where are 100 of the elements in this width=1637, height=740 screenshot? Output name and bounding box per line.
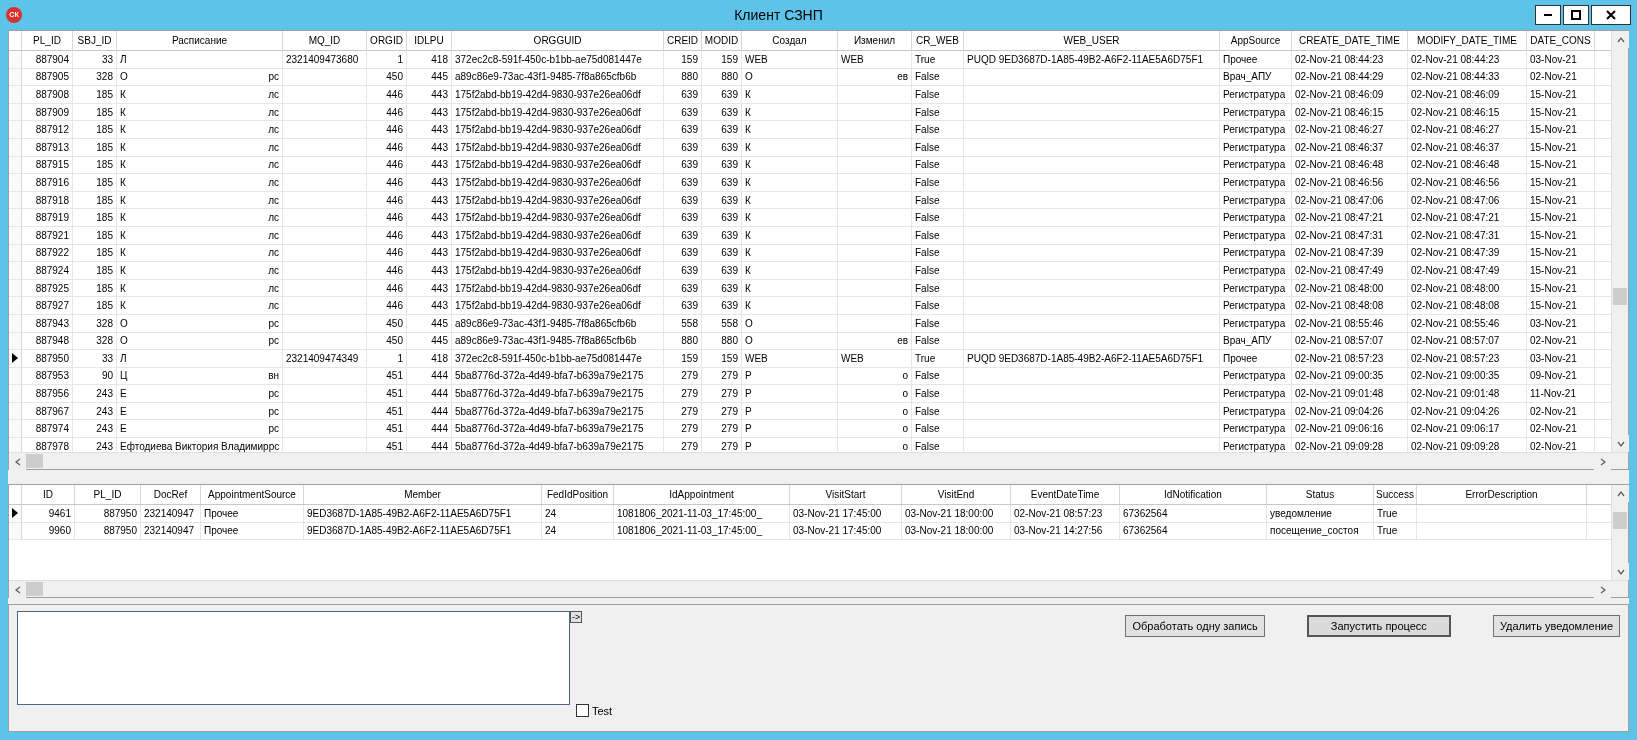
column-header[interactable]: Status <box>1267 485 1374 504</box>
table-cell: 443 <box>407 297 452 314</box>
column-header[interactable]: CREID <box>664 31 702 50</box>
column-header[interactable]: CREATE_DATE_TIME <box>1292 31 1408 50</box>
column-header[interactable]: EventDateTime <box>1011 485 1120 504</box>
table-cell: 887950 <box>22 350 73 367</box>
table-cell: 5ba8776d-372a-4d49-bfa7-b639a79e2175 <box>452 367 664 385</box>
column-header[interactable]: FedIdPosition <box>542 485 614 504</box>
table-cell: 185 <box>73 121 117 138</box>
table-cell: 887918 <box>22 191 73 209</box>
column-header[interactable]: PL_ID <box>22 31 73 50</box>
table-cell: 5ba8776d-372a-4d49-bfa7-b639a79e2175 <box>452 420 664 438</box>
column-header[interactable]: IDLPU <box>407 31 452 50</box>
scroll-thumb[interactable] <box>1613 288 1627 305</box>
column-header[interactable]: Создал <box>742 31 838 50</box>
table-cell: 443 <box>407 86 452 103</box>
table-cell-text: Е <box>120 387 127 402</box>
row-header[interactable] <box>9 350 22 367</box>
action-button[interactable]: Удалить уведомление <box>1492 615 1620 637</box>
table-cell: 243 <box>73 402 117 420</box>
text-input-field[interactable] <box>17 611 570 705</box>
test-checkbox[interactable] <box>576 704 589 718</box>
column-header[interactable]: CR_WEB <box>912 31 964 50</box>
vertical-scrollbar[interactable] <box>1611 31 1628 452</box>
scroll-thumb[interactable] <box>26 582 43 596</box>
table-cell: 887922 <box>22 244 73 262</box>
table-cell-text: лс <box>268 246 279 261</box>
column-header[interactable]: ORGGUID <box>452 31 664 50</box>
table-cell: False <box>912 279 964 297</box>
table-cell: 639 <box>702 174 742 191</box>
action-button[interactable]: Запустить процесс <box>1306 615 1451 637</box>
table-cell: 443 <box>407 103 452 121</box>
column-header[interactable]: DocRef <box>141 485 201 504</box>
table-cell: 15-Nov-21 <box>1527 244 1595 262</box>
table-cell: 03-Nov-21 <box>1527 51 1595 68</box>
vertical-scrollbar[interactable] <box>1611 485 1628 580</box>
table-cell-text: Р <box>745 369 752 384</box>
table-cell: 15-Nov-21 <box>1527 262 1595 279</box>
table-cell: 639 <box>702 86 742 103</box>
table-cell: 446 <box>367 262 407 279</box>
close-button[interactable] <box>1591 5 1631 25</box>
table-cell-text: К <box>745 158 751 173</box>
table-cell: 15-Nov-21 <box>1527 279 1595 297</box>
table-cell: 451 <box>367 367 407 385</box>
table-cell: 02-Nov-21 <box>1527 332 1595 350</box>
row-header[interactable] <box>9 505 22 522</box>
horizontal-scrollbar[interactable] <box>9 452 1628 469</box>
action-button[interactable]: Обработать одну запись <box>1125 615 1265 637</box>
column-header[interactable]: AppointmentSource <box>201 485 304 504</box>
table-cell: 1081806_2021-11-03_17:45:00_ <box>614 522 790 539</box>
column-header[interactable]: IdNotification <box>1120 485 1267 504</box>
column-header[interactable]: Изменил <box>838 31 912 50</box>
table-cell: Прочее <box>1220 51 1292 68</box>
table-cell: 450 <box>367 314 407 332</box>
table-cell: 443 <box>407 156 452 174</box>
table-cell-text: О <box>745 70 753 85</box>
column-header[interactable]: ErrorDescription <box>1417 485 1587 504</box>
table-cell: False <box>912 385 964 402</box>
table-cell: 639 <box>702 121 742 138</box>
table-cell: 02-Nov-21 08:47:39 <box>1408 244 1527 262</box>
column-header[interactable]: ID <box>22 485 75 504</box>
table-cell: 451 <box>367 402 407 420</box>
column-header[interactable]: MODID <box>702 31 742 50</box>
column-header[interactable]: Success <box>1374 485 1417 504</box>
table-cell: 639 <box>664 121 702 138</box>
table-cell-text: О <box>120 70 128 85</box>
column-header[interactable]: WEB_USER <box>964 31 1220 50</box>
column-header[interactable]: MQ_ID <box>283 31 367 50</box>
current-row-icon <box>12 353 18 364</box>
table-cell: 639 <box>702 244 742 262</box>
column-header[interactable]: Member <box>304 485 542 504</box>
column-header[interactable]: AppSource <box>1220 31 1292 50</box>
column-header[interactable]: VisitStart <box>790 485 902 504</box>
scroll-thumb[interactable] <box>1613 512 1627 529</box>
table-cell: 02-Nov-21 08:48:08 <box>1292 297 1408 314</box>
scroll-thumb[interactable] <box>26 454 43 468</box>
maximize-button[interactable] <box>1563 5 1589 25</box>
arrow-button[interactable]: -> <box>570 611 583 623</box>
table-cell-text: Е <box>120 404 127 419</box>
column-header[interactable]: DATE_CONS <box>1527 31 1595 50</box>
table-cell-text: О <box>745 334 753 349</box>
table-cell: a89c86e9-73ac-43f1-9485-7f8a865cfb6b <box>452 332 664 350</box>
horizontal-scrollbar[interactable] <box>9 580 1628 597</box>
table-cell: 443 <box>407 244 452 262</box>
table-cell: 446 <box>367 174 407 191</box>
column-header[interactable]: Расписание <box>117 31 283 50</box>
minimize-icon <box>1544 14 1552 16</box>
table-cell-text: о <box>902 404 908 419</box>
table-cell: 02-Nov-21 08:47:21 <box>1292 209 1408 226</box>
column-header[interactable]: MODIFY_DATE_TIME <box>1408 31 1527 50</box>
column-header[interactable]: IdAppointment <box>614 485 790 504</box>
column-header[interactable]: SBJ_ID <box>73 31 117 50</box>
table-cell: 443 <box>407 226 452 244</box>
minimize-button[interactable] <box>1535 5 1561 25</box>
table-cell: 887904 <box>22 51 73 68</box>
table-cell: 09-Nov-21 <box>1527 367 1595 385</box>
table-cell: 02-Nov-21 08:47:49 <box>1408 262 1527 279</box>
column-header[interactable]: PL_ID <box>75 485 141 504</box>
column-header[interactable]: ORGID <box>367 31 407 50</box>
column-header[interactable]: VisitEnd <box>902 485 1011 504</box>
